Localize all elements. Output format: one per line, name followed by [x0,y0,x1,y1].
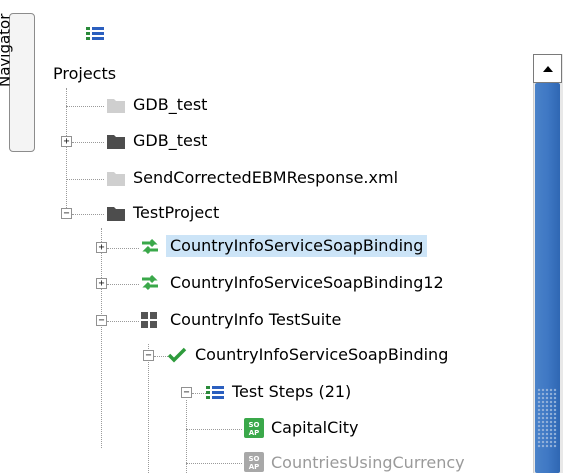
teststeps-list-icon [205,383,225,401]
tree-item-soap-binding[interactable]: CountryInfoServiceSoapBinding [166,235,428,257]
tree-guide-line [101,228,102,448]
list-view-icon[interactable] [85,24,105,42]
tree-item-teststeps[interactable]: Test Steps (21) [232,382,351,401]
tree-connector [72,214,104,215]
tree-connector [66,179,104,180]
tree-connector [154,356,168,357]
tree-item-capitalcity[interactable]: CapitalCity [271,418,358,437]
tree-item-gdb-test[interactable]: GDB_test [133,95,207,114]
tree-connector [107,284,139,285]
project-tree[interactable]: Projects GDB_test + GDB_test SendCorrect… [49,54,563,473]
navigator-tab[interactable]: Navigator [0,13,35,152]
tree-connector [186,463,242,464]
soap-request-icon: SO AP [244,452,264,472]
collapse-toggle[interactable]: − [61,208,72,219]
tree-connector [66,106,104,107]
tree-connector [186,429,242,430]
tree-item-send-corrected[interactable]: SendCorrectedEBMResponse.xml [133,168,398,187]
testsuite-grid-icon [140,311,160,329]
tree-item-testproject[interactable]: TestProject [133,203,219,222]
navigator-tab-label: Navigator [0,13,14,87]
scrollbar-grip [537,388,557,448]
soap-binding-icon [140,238,160,256]
tree-guide-line [148,344,149,473]
svg-text:SO: SO [249,455,260,463]
collapse-toggle[interactable]: − [143,350,154,361]
svg-text:SO: SO [249,421,260,429]
tree-connector [107,248,139,249]
tree-item-countries-using-currency[interactable]: CountriesUsingCurrency [271,453,465,472]
arrow-up-icon [542,65,553,72]
tree-item-testsuite[interactable]: CountryInfo TestSuite [170,310,341,329]
expand-toggle[interactable]: + [96,278,107,289]
checkmark-icon [167,346,187,364]
svg-text:AP: AP [249,429,260,437]
tree-item-gdb-test-2[interactable]: GDB_test [133,131,207,150]
soap-binding-icon [140,274,160,292]
tree-root-label: Projects [53,64,117,83]
closed-folder-icon [106,169,126,187]
scroll-up-button[interactable] [533,54,562,83]
soap-request-icon: SO AP [244,418,264,438]
closed-folder-icon [106,96,126,114]
expand-toggle[interactable]: + [61,136,72,147]
tree-item-testcase[interactable]: CountryInfoServiceSoapBinding [195,345,448,364]
collapse-toggle[interactable]: − [96,315,107,326]
tree-connector [72,142,104,143]
tree-item-soap-binding-12[interactable]: CountryInfoServiceSoapBinding12 [170,273,444,292]
closed-folder-icon [106,132,126,150]
expand-toggle[interactable]: + [96,242,107,253]
tree-connector [107,321,139,322]
tree-connector [192,393,206,394]
collapse-toggle[interactable]: − [181,387,192,398]
open-folder-icon [106,204,126,222]
tree-guide-line [66,88,67,218]
svg-text:AP: AP [249,463,260,471]
